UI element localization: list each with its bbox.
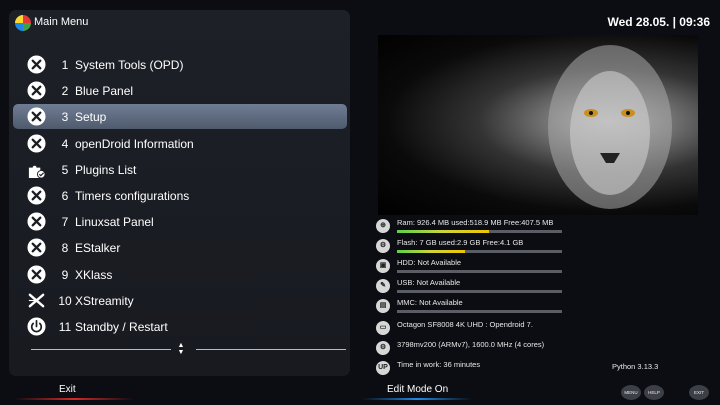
- uptime-icon: UP: [376, 361, 390, 375]
- flash-icon: ⚙: [376, 239, 390, 253]
- sysinfo-text: Time in work: 36 minutes: [397, 360, 481, 369]
- menu-item-number: 1: [61, 58, 69, 72]
- menu-title: Main Menu: [34, 16, 89, 28]
- menu-item-opendroid-information[interactable]: 4 openDroid Information: [13, 131, 347, 156]
- sysinfo-row: ▤ MMC: Not Available: [376, 298, 666, 316]
- menu-item-number: 2: [61, 84, 69, 99]
- menu-item-standby-restart[interactable]: 11 Standby / Restart: [13, 314, 347, 339]
- edit-mode-button[interactable]: Edit Mode On: [387, 384, 448, 395]
- ram-icon: ⊕: [376, 219, 390, 233]
- close-circle-icon: [27, 81, 46, 100]
- usage-bar-fill: [397, 230, 490, 233]
- menu-item-number: 3: [61, 110, 69, 125]
- sysinfo-text: Flash: 7 GB used:2.9 GB Free:4.1 GB: [397, 238, 524, 247]
- exit-button[interactable]: Exit: [59, 384, 76, 395]
- menu-item-label: Linuxsat Panel: [75, 215, 154, 230]
- sysinfo-row: ▣ HDD: Not Available: [376, 258, 666, 276]
- menu-item-number: 11: [58, 320, 72, 334]
- menu-item-xklass[interactable]: 9 XKlass: [13, 262, 347, 287]
- usage-bar: [397, 270, 562, 273]
- menu-item-label: Standby / Restart: [75, 320, 168, 334]
- menu-item-linuxsat-panel[interactable]: 7 Linuxsat Panel: [13, 209, 347, 234]
- scroll-arrows-icon[interactable]: ▲ ▼: [175, 342, 187, 356]
- sysinfo-row: ⊕ Ram: 926.4 MB used:518.9 MB Free:407.5 …: [376, 218, 666, 236]
- menu-item-number: 7: [61, 215, 69, 230]
- menu-item-label: EStalker: [75, 241, 121, 256]
- menu-header: Main Menu: [9, 10, 350, 34]
- exit-red-underline: [14, 398, 134, 400]
- edit-blue-underline: [362, 398, 472, 400]
- menu-item-label: Blue Panel: [75, 84, 134, 99]
- mmc-icon: ▤: [376, 299, 390, 313]
- sysinfo-text: 3798mv200 (ARMv7), 1600.0 MHz (4 cores): [397, 340, 545, 349]
- menu-item-xstreamity[interactable]: 10 XStreamity: [13, 288, 347, 313]
- cpu-icon: ⚙: [376, 341, 390, 355]
- divider-right: [196, 349, 346, 350]
- sysinfo-text: USB: Not Available: [397, 278, 461, 287]
- usage-bar: [397, 310, 562, 313]
- opendroid-logo-icon: [15, 15, 31, 31]
- menu-item-number: 5: [61, 162, 69, 177]
- menu-item-number: 10: [58, 293, 72, 308]
- menu-item-number: 4: [61, 136, 69, 151]
- power-icon: [27, 317, 46, 336]
- close-circle-icon: [27, 134, 46, 153]
- help-key-icon[interactable]: HELP: [644, 385, 664, 400]
- menu-item-number: 6: [61, 189, 69, 203]
- usage-bar: [397, 230, 562, 233]
- close-circle-icon: [27, 265, 46, 284]
- puzzle-icon: [27, 160, 46, 179]
- sysinfo-text: Octagon SF8008 4K UHD : Opendroid 7.: [397, 320, 533, 329]
- xstreamity-icon: [27, 291, 46, 310]
- menu-item-label: Plugins List: [75, 162, 137, 177]
- exit-key-icon[interactable]: EXIT: [689, 385, 709, 400]
- lion-picture: [548, 45, 672, 209]
- menu-item-label: XStreamity: [75, 293, 134, 308]
- date-time: Wed 28.05. | 09:36: [607, 15, 710, 29]
- menu-item-setup[interactable]: 3 Setup: [13, 104, 347, 130]
- menu-item-label: Setup: [75, 110, 107, 125]
- close-circle-icon: [27, 186, 46, 205]
- sysinfo-row: ✎ USB: Not Available: [376, 278, 666, 296]
- close-circle-icon: [27, 107, 46, 126]
- divider-left: [31, 349, 171, 350]
- menu-item-system-tools-opd[interactable]: 1 System Tools (OPD): [13, 52, 347, 77]
- main-menu-panel: Main Menu 1 System Tools (OPD) 2 Blue Panel…: [9, 10, 350, 376]
- sysinfo-row: ▭ Octagon SF8008 4K UHD : Opendroid 7.: [376, 320, 666, 338]
- sysinfo-text: HDD: Not Available: [397, 258, 462, 267]
- menu-item-label: System Tools (OPD): [75, 58, 184, 72]
- python-version: Python 3.13.3: [612, 362, 659, 371]
- close-circle-icon: [27, 212, 46, 231]
- preview-image: [378, 35, 698, 215]
- sysinfo-text: MMC: Not Available: [397, 298, 463, 307]
- menu-item-blue-panel[interactable]: 2 Blue Panel: [13, 78, 347, 103]
- menu-item-number: 9: [61, 267, 69, 282]
- usb-icon: ✎: [376, 279, 390, 293]
- menu-item-label: Timers configurations: [75, 189, 190, 203]
- sysinfo-row: ⚙ Flash: 7 GB used:2.9 GB Free:4.1 GB: [376, 238, 666, 256]
- menu-item-estalker[interactable]: 8 EStalker: [13, 235, 347, 260]
- sysinfo-row: ⚙ 3798mv200 (ARMv7), 1600.0 MHz (4 cores): [376, 340, 666, 358]
- hdd-icon: ▣: [376, 259, 390, 273]
- menu-item-label: openDroid Information: [75, 136, 194, 151]
- usage-bar: [397, 250, 562, 253]
- menu-key-icon[interactable]: MENU: [621, 385, 641, 400]
- sysinfo-text: Ram: 926.4 MB used:518.9 MB Free:407.5 M…: [397, 218, 554, 227]
- usage-bar: [397, 290, 562, 293]
- close-circle-icon: [27, 55, 46, 74]
- menu-item-label: XKlass: [75, 267, 113, 282]
- menu-item-number: 8: [61, 241, 69, 256]
- usage-bar-fill: [397, 250, 465, 253]
- menu-item-plugins-list[interactable]: 5 Plugins List: [13, 157, 347, 182]
- menu-item-timers-configurations[interactable]: 6 Timers configurations: [13, 183, 347, 208]
- receiver-icon: ▭: [376, 321, 390, 335]
- close-circle-icon: [27, 238, 46, 257]
